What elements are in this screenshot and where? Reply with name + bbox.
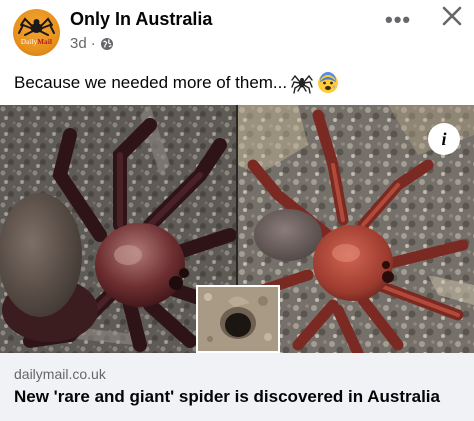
- spider-logo-icon: [18, 17, 55, 36]
- page-avatar[interactable]: DailyMail: [13, 9, 60, 56]
- link-domain: dailymail.co.uk: [14, 366, 106, 382]
- link-preview[interactable]: dailymail.co.uk New 'rare and giant' spi…: [0, 353, 474, 421]
- globe-icon: [100, 37, 113, 50]
- page-name[interactable]: Only In Australia: [70, 9, 212, 30]
- avatar-brand: DailyMail: [20, 38, 53, 46]
- spider-emoji: [291, 74, 313, 94]
- post-header: DailyMail Only In Australia 3d · •••: [0, 0, 474, 62]
- close-icon[interactable]: [440, 4, 464, 28]
- link-headline[interactable]: New 'rare and giant' spider is discovere…: [14, 387, 440, 407]
- burrow-image: [198, 287, 278, 351]
- post-caption: Because we needed more of them...: [14, 72, 339, 94]
- burrow-inset-photo[interactable]: [196, 285, 280, 353]
- anxious-face-emoji: [318, 72, 339, 93]
- post-time[interactable]: 3d: [70, 35, 87, 52]
- meta-separator: ·: [90, 35, 96, 52]
- post-meta: 3d ·: [70, 35, 114, 52]
- info-button[interactable]: i: [428, 123, 460, 155]
- more-options-button[interactable]: •••: [385, 7, 411, 33]
- caption-text: Because we needed more of them...: [14, 73, 288, 92]
- post-media[interactable]: i: [0, 105, 474, 353]
